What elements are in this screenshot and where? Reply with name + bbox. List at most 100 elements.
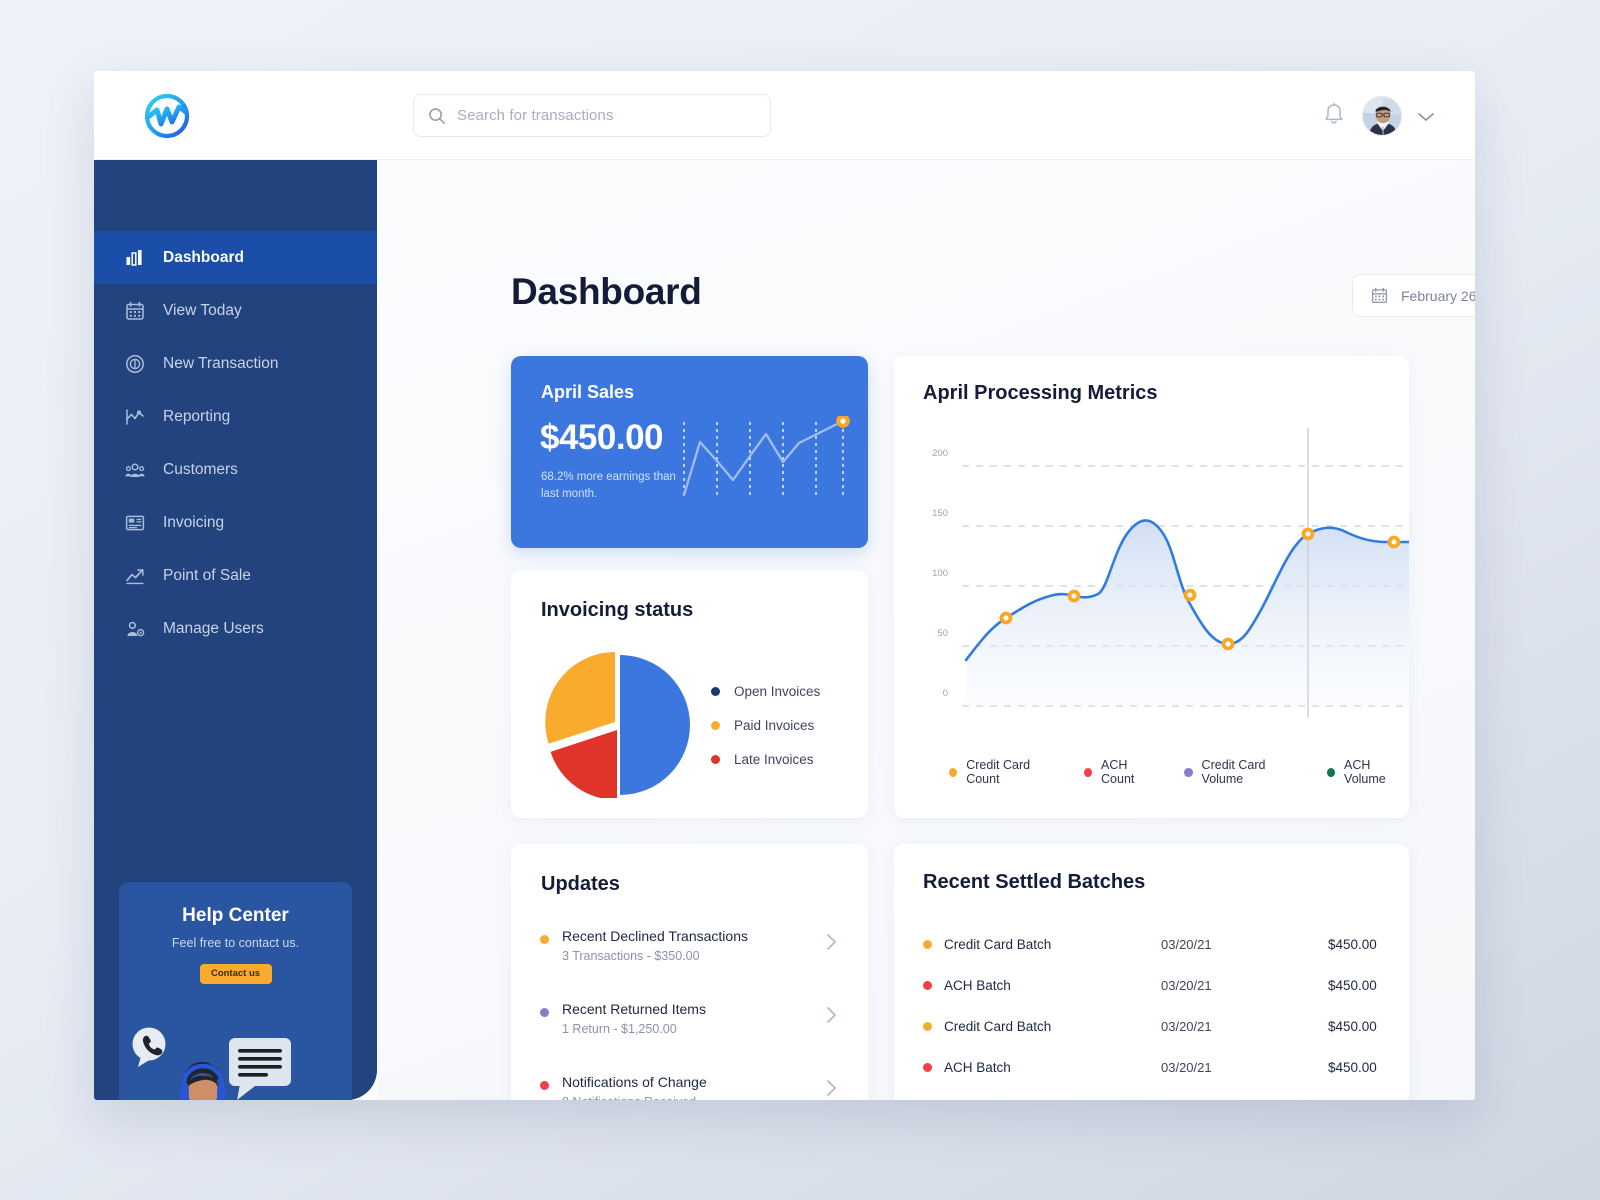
invoicing-legend: Open Invoices Paid Invoices Late Invoice…: [711, 674, 820, 776]
table-row[interactable]: ACH Batch 03/20/21 $450.00: [923, 1047, 1381, 1088]
recent-settled-batches-card: Recent Settled Batches Credit Card Batch…: [894, 844, 1409, 1100]
invoicing-pie-chart: [545, 652, 690, 798]
sidebar-item-label: Dashboard: [163, 248, 244, 266]
sidebar-item-label: Customers: [163, 460, 238, 478]
legend-label: Late Invoices: [734, 751, 814, 767]
update-title: Notifications of Change: [562, 1074, 707, 1090]
sidebar-item-label: Invoicing: [163, 513, 225, 531]
legend-dot: [1326, 767, 1336, 777]
y-tick-100: 100: [932, 568, 948, 579]
date-picker[interactable]: February 26, 2021: [1352, 274, 1475, 317]
batches-title: Recent Settled Batches: [923, 871, 1146, 893]
legend-label: ACH Count: [1101, 758, 1135, 786]
update-subtitle: 1 Return - $1,250.00: [562, 1022, 677, 1036]
contact-us-button[interactable]: Contact us: [199, 964, 272, 984]
batch-date: 03/20/21: [1161, 1060, 1212, 1075]
processing-metrics-line-chart: 200 150 100 50 0: [932, 428, 1409, 718]
legend-item: Credit Card Volume: [1184, 758, 1301, 786]
batch-date: 03/20/21: [1161, 978, 1212, 993]
legend-dot: [711, 686, 720, 696]
notification-bell-icon[interactable]: [1322, 101, 1346, 129]
table-row[interactable]: ACH Batch 03/20/21 $450.00: [923, 1088, 1381, 1100]
april-sales-sparkline: [682, 416, 850, 497]
invoicing-status-card: Invoicing status Open Invoices Paid Invo…: [511, 571, 868, 818]
chevron-down-icon[interactable]: [1416, 110, 1436, 122]
list-item[interactable]: Recent Declined Transactions 3 Transacti…: [540, 928, 840, 1001]
search-icon: [429, 107, 446, 124]
legend-dot: [1083, 767, 1093, 777]
april-sales-subtitle: 68.2% more earnings than last month.: [541, 471, 676, 500]
legend-item: Open Invoices: [711, 674, 820, 708]
april-sales-title: April Sales: [541, 382, 635, 402]
april-processing-metrics-card: April Processing Metrics 200 150 100 50 …: [894, 356, 1409, 818]
chevron-right-icon[interactable]: [825, 1078, 838, 1098]
legend-label: Open Invoices: [734, 683, 821, 699]
updates-title: Updates: [541, 873, 620, 895]
list-item[interactable]: Recent Returned Items 1 Return - $1,250.…: [540, 1001, 840, 1074]
updates-list: Recent Declined Transactions 3 Transacti…: [540, 928, 840, 1100]
legend-label: Credit Card Count: [966, 758, 1031, 786]
search-input[interactable]: Search for transactions: [413, 94, 771, 137]
people-group-icon: [124, 459, 146, 481]
coin-circle-icon: [124, 353, 146, 375]
batch-date: 03/20/21: [1161, 1019, 1212, 1034]
sidebar-item-point-of-sale[interactable]: Point of Sale: [94, 549, 377, 602]
app-window: Search for transactions Dashboard View T…: [94, 71, 1475, 1100]
support-agent-illustration: [132, 1027, 291, 1100]
sidebar-item-reporting[interactable]: Reporting: [94, 390, 377, 443]
bar-chart-icon: [124, 247, 146, 269]
user-avatar[interactable]: [1362, 96, 1402, 136]
sidebar-item-new-transaction[interactable]: New Transaction: [94, 337, 377, 390]
legend-item: Paid Invoices: [711, 708, 820, 742]
batch-amount: $450.00: [1328, 1019, 1377, 1034]
sidebar-nav: Dashboard View Today New Transaction Rep…: [94, 231, 377, 655]
sidebar-item-dashboard[interactable]: Dashboard: [94, 231, 377, 284]
search-placeholder: Search for transactions: [457, 107, 614, 124]
sidebar-item-invoicing[interactable]: Invoicing: [94, 496, 377, 549]
update-subtitle: 3 Transactions - $350.00: [562, 949, 700, 963]
updates-card: Updates Recent Declined Transactions 3 T…: [511, 844, 868, 1100]
help-center-subtitle: Feel free to contact us.: [171, 936, 300, 950]
sidebar-item-label: New Transaction: [163, 354, 279, 372]
help-center-title: Help Center: [182, 905, 289, 926]
chevron-right-icon[interactable]: [825, 932, 838, 952]
legend-item: Late Invoices: [711, 742, 820, 776]
sidebar-item-manage-users[interactable]: Manage Users: [94, 602, 377, 655]
list-item[interactable]: Notifications of Change 8 Notifications …: [540, 1074, 840, 1100]
legend-dot: [1184, 767, 1193, 777]
legend-label: Paid Invoices: [734, 717, 815, 733]
sidebar-item-label: View Today: [163, 301, 242, 319]
sidebar-item-label: Manage Users: [163, 619, 264, 637]
batch-date: 03/20/21: [1161, 937, 1212, 952]
lightning-circle-logo[interactable]: [135, 88, 199, 144]
invoice-icon: [124, 512, 146, 534]
sidebar-item-view-today[interactable]: View Today: [94, 284, 377, 337]
sidebar: Dashboard View Today New Transaction Rep…: [94, 160, 377, 1100]
y-tick-50: 50: [937, 628, 948, 639]
status-dot: [923, 940, 932, 949]
batch-amount: $450.00: [1328, 1060, 1377, 1075]
april-sales-amount: $450.00: [540, 418, 664, 457]
status-dot: [923, 1063, 932, 1072]
update-subtitle: 8 Notifications Received: [562, 1095, 696, 1100]
y-tick-200: 200: [932, 448, 948, 459]
batch-name: Credit Card Batch: [944, 1019, 1052, 1034]
table-row[interactable]: Credit Card Batch 03/20/21 $450.00: [923, 924, 1381, 965]
calendar-icon: [124, 300, 146, 322]
april-sales-card: April Sales $450.00 68.2% more earnings …: [511, 356, 868, 548]
user-settings-icon: [124, 618, 146, 640]
top-header-bar: Search for transactions: [94, 71, 1475, 160]
y-tick-150: 150: [932, 508, 948, 519]
batch-name: Credit Card Batch: [944, 937, 1052, 952]
status-dot: [540, 1008, 549, 1017]
table-row[interactable]: ACH Batch 03/20/21 $450.00: [923, 965, 1381, 1006]
chart-legend: Credit Card Count ACH Count Credit Card …: [949, 758, 1409, 786]
sidebar-item-customers[interactable]: Customers: [94, 443, 377, 496]
legend-item: ACH Count: [1083, 758, 1158, 786]
table-row[interactable]: Credit Card Batch 03/20/21 $450.00: [923, 1006, 1381, 1047]
update-title: Recent Declined Transactions: [562, 928, 748, 944]
chevron-right-icon[interactable]: [825, 1005, 838, 1025]
legend-dot: [711, 720, 720, 730]
status-dot: [540, 1081, 549, 1090]
batch-amount: $450.00: [1328, 978, 1377, 993]
